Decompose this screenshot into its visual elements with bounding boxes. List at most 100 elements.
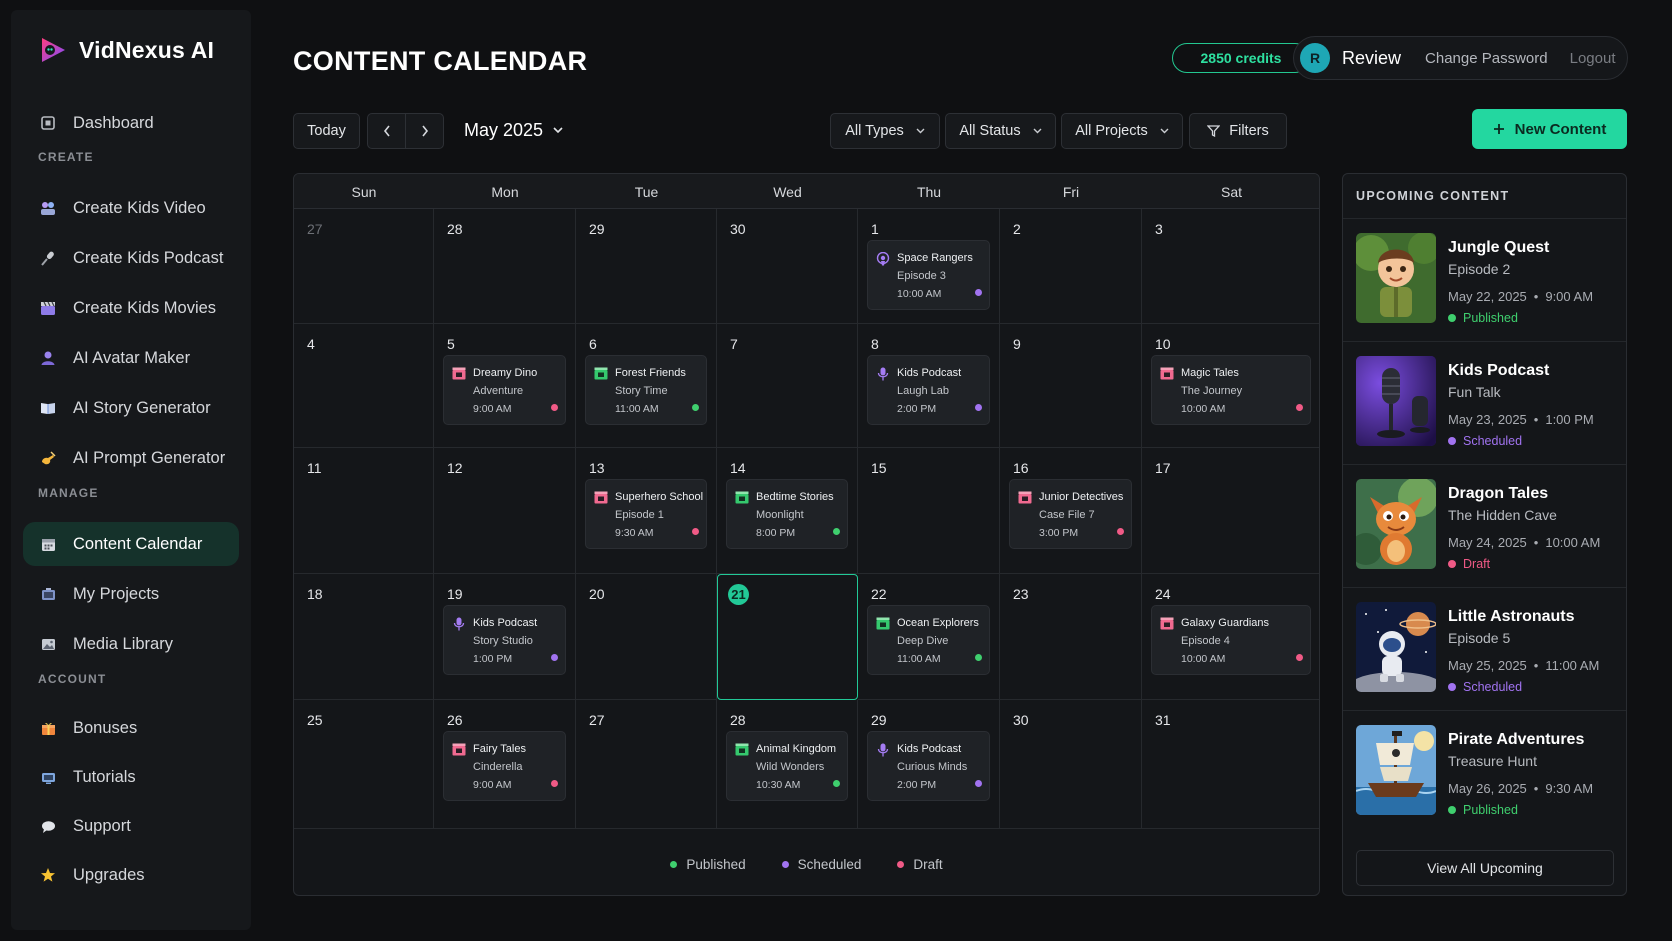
sidebar-item-create-kids-podcast[interactable]: Create Kids Podcast xyxy=(23,236,239,280)
calendar-event[interactable]: Bedtime Stories Moonlight 8:00 PM xyxy=(726,479,848,549)
day-number: 26 xyxy=(447,712,463,728)
calendar-day[interactable]: 2 xyxy=(1000,209,1142,324)
scheduled-dot xyxy=(781,860,789,868)
next-month-button[interactable] xyxy=(405,113,444,149)
calendar-day[interactable]: 17 xyxy=(1142,448,1319,574)
upcoming-title: Jungle Quest xyxy=(1448,239,1550,256)
sidebar-item-ai-avatar-maker[interactable]: AI Avatar Maker xyxy=(23,336,239,380)
filters-button[interactable]: Filters xyxy=(1189,113,1287,149)
calendar-event[interactable]: Kids Podcast Laugh Lab 2:00 PM xyxy=(867,355,990,425)
upcoming-date: May 25, 2025 xyxy=(1448,658,1527,673)
calendar-event[interactable]: Superhero School Episode 1 9:30 AM xyxy=(585,479,707,549)
calendar-day[interactable]: 29 Kids Podcast Curious Minds 2:00 PM xyxy=(858,700,1000,829)
calendar-event[interactable]: Magic Tales The Journey 10:00 AM xyxy=(1151,355,1311,425)
calendar-day[interactable]: 18 xyxy=(294,574,434,700)
calendar-day[interactable]: 22 Ocean Explorers Deep Dive 11:00 AM xyxy=(858,574,1000,700)
upcoming-datetime: May 24, 2025 • 10:00 AM xyxy=(1448,535,1600,550)
calendar-day[interactable]: 20 xyxy=(576,574,717,700)
upcoming-subtitle: Treasure Hunt xyxy=(1448,753,1537,769)
sidebar-item-my-projects[interactable]: My Projects xyxy=(23,572,239,616)
calendar-day[interactable]: 25 xyxy=(294,700,434,829)
sidebar-item-create-kids-video[interactable]: Create Kids Video xyxy=(23,186,239,230)
calendar-day[interactable]: 30 xyxy=(717,209,858,324)
calendar-day[interactable]: 28 xyxy=(434,209,576,324)
sidebar-item-create-kids-movies[interactable]: Create Kids Movies xyxy=(23,286,239,330)
calendar-day[interactable]: 15 xyxy=(858,448,1000,574)
calendar-event[interactable]: Dreamy Dino Adventure 9:00 AM xyxy=(443,355,566,425)
calendar-day-today[interactable]: 21 xyxy=(717,574,858,700)
calendar-event[interactable]: Ocean Explorers Deep Dive 11:00 AM xyxy=(867,605,990,675)
calendar-event[interactable]: Junior Detectives Case File 7 3:00 PM xyxy=(1009,479,1132,549)
upcoming-item[interactable]: Dragon Tales The Hidden Cave May 24, 2025 •… xyxy=(1343,464,1626,587)
calendar-day[interactable]: 27 xyxy=(294,209,434,324)
upcoming-item[interactable]: Pirate Adventures Treasure Hunt May 26, 20… xyxy=(1343,710,1626,833)
upcoming-item[interactable]: Kids Podcast Fun Talk May 23, 2025 • 1:00 PM… xyxy=(1343,341,1626,464)
month-selector[interactable]: May 2025 xyxy=(464,120,563,141)
prev-month-button[interactable] xyxy=(367,113,406,149)
chevron-down-icon xyxy=(1160,128,1169,134)
types-filter-dropdown[interactable]: All Types xyxy=(830,113,940,149)
sidebar-item-dashboard[interactable]: Dashboard xyxy=(23,101,239,145)
sidebar-item-media-library[interactable]: Media Library xyxy=(23,622,239,666)
calendar-event[interactable]: Kids Podcast Story Studio 1:00 PM xyxy=(443,605,566,675)
event-title: Superhero School xyxy=(615,491,704,503)
today-button[interactable]: Today xyxy=(293,113,360,149)
calendar-event[interactable]: Galaxy Guardians Episode 4 10:00 AM xyxy=(1151,605,1311,675)
legend-scheduled: Scheduled xyxy=(781,857,861,872)
new-content-button[interactable]: New Content xyxy=(1472,109,1627,149)
calendar-day[interactable]: 13 Superhero School Episode 1 9:30 AM xyxy=(576,448,717,574)
calendar-day[interactable]: 24 Galaxy Guardians Episode 4 10:00 AM xyxy=(1142,574,1319,700)
calendar-day[interactable]: 16 Junior Detectives Case File 7 3:00 PM xyxy=(1000,448,1142,574)
calendar-day[interactable]: 12 xyxy=(434,448,576,574)
sidebar-item-upgrades[interactable]: Upgrades xyxy=(23,853,239,897)
projects-filter-dropdown[interactable]: All Projects xyxy=(1061,113,1183,149)
calendar-day[interactable]: 14 Bedtime Stories Moonlight 8:00 PM xyxy=(717,448,858,574)
weekday-tue: Tue xyxy=(634,183,659,200)
upcoming-item[interactable]: Little Astronauts Episode 5 May 25, 2025 • 1… xyxy=(1343,587,1626,710)
calendar-event[interactable]: Forest Friends Story Time 11:00 AM xyxy=(585,355,707,425)
calendar-day[interactable]: 27 xyxy=(576,700,717,829)
calendar-day[interactable]: 5 Dreamy Dino Adventure 9:00 AM xyxy=(434,324,576,448)
sidebar-item-support[interactable]: Support xyxy=(23,804,239,848)
credits-badge[interactable]: 2850 credits xyxy=(1172,43,1310,73)
calendar-event[interactable]: Fairy Tales Cinderella 9:00 AM xyxy=(443,731,566,801)
upcoming-item[interactable]: Jungle Quest Episode 2 May 22, 2025 • 9:00 A… xyxy=(1343,218,1626,341)
calendar-day[interactable]: 9 xyxy=(1000,324,1142,448)
calendar-day[interactable]: 29 xyxy=(576,209,717,324)
day-number: 23 xyxy=(1013,586,1029,602)
calendar-day[interactable]: 3 xyxy=(1142,209,1319,324)
calendar-day[interactable]: 1 Space Rangers Episode 3 10:00 AM xyxy=(858,209,1000,324)
calendar-day[interactable]: 7 xyxy=(717,324,858,448)
calendar-day[interactable]: 10 Magic Tales The Journey 10:00 AM xyxy=(1142,324,1319,448)
calendar-day[interactable]: 4 xyxy=(294,324,434,448)
view-all-upcoming-button[interactable]: View All Upcoming xyxy=(1356,850,1614,886)
calendar-day[interactable]: 6 Forest Friends Story Time 11:00 AM xyxy=(576,324,717,448)
calendar-event[interactable]: Kids Podcast Curious Minds 2:00 PM xyxy=(867,731,990,801)
calendar-day[interactable]: 19 Kids Podcast Story Studio 1:00 PM xyxy=(434,574,576,700)
event-status-dot xyxy=(1296,654,1303,661)
status-filter-dropdown[interactable]: All Status xyxy=(945,113,1056,149)
avatar[interactable]: R xyxy=(1300,43,1330,73)
calendar-day[interactable]: 26 Fairy Tales Cinderella 9:00 AM xyxy=(434,700,576,829)
calendar-day[interactable]: 23 xyxy=(1000,574,1142,700)
logout-link[interactable]: Logout xyxy=(1570,50,1616,67)
calendar-day[interactable]: 11 xyxy=(294,448,434,574)
app-logo[interactable]: VidNexus AI xyxy=(37,34,214,66)
change-password-link[interactable]: Change Password xyxy=(1425,50,1548,67)
day-number: 16 xyxy=(1013,460,1029,476)
sidebar-item-tutorials[interactable]: Tutorials xyxy=(23,755,239,799)
user-name[interactable]: Review xyxy=(1342,48,1401,69)
sidebar-item-content-calendar[interactable]: Content Calendar xyxy=(23,522,239,566)
calendar-day[interactable]: 8 Kids Podcast Laugh Lab 2:00 PM xyxy=(858,324,1000,448)
calendar-day[interactable]: 30 xyxy=(1000,700,1142,829)
calendar-day[interactable]: 28 Animal Kingdom Wild Wonders 10:30 AM xyxy=(717,700,858,829)
bullet-separator: • xyxy=(1533,412,1539,427)
sidebar-item-ai-story-generator[interactable]: AI Story Generator xyxy=(23,386,239,430)
event-subtitle: Episode 1 xyxy=(615,509,664,521)
calendar-day[interactable]: 31 xyxy=(1142,700,1319,829)
sidebar-item-ai-prompt-generator[interactable]: AI Prompt Generator xyxy=(23,436,239,480)
calendar-event[interactable]: Animal Kingdom Wild Wonders 10:30 AM xyxy=(726,731,848,801)
star-icon xyxy=(39,866,57,884)
calendar-event[interactable]: Space Rangers Episode 3 10:00 AM xyxy=(867,240,990,310)
sidebar-item-bonuses[interactable]: Bonuses xyxy=(23,706,239,750)
